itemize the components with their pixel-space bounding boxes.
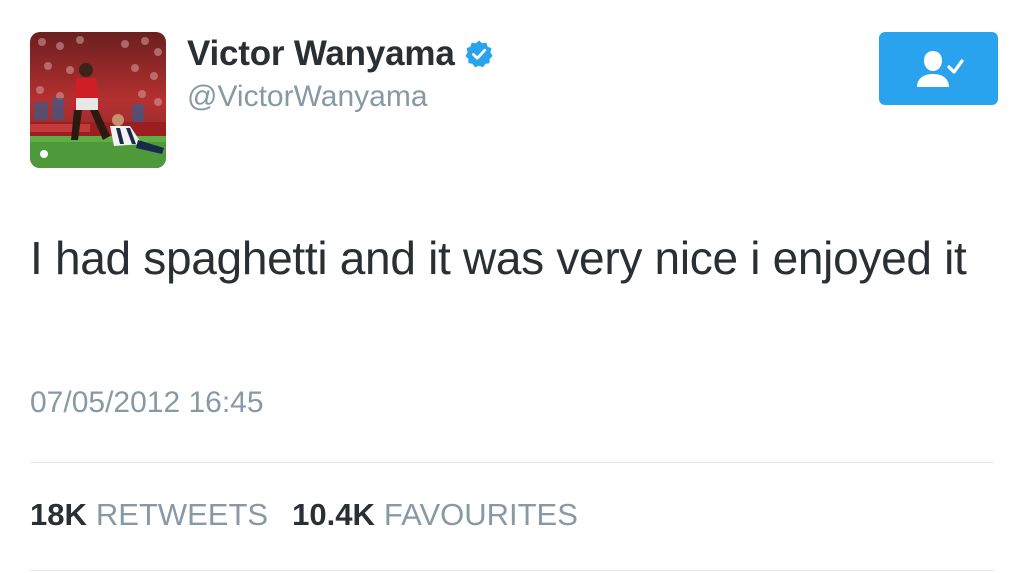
favourites-count: 10.4K bbox=[292, 497, 375, 532]
retweets-stat[interactable]: 18K RETWEETS bbox=[30, 497, 268, 533]
retweets-count: 18K bbox=[30, 497, 87, 532]
tweet-stats: 18K RETWEETS 10.4K FAVOURITES bbox=[30, 497, 578, 533]
author-name-row: Victor Wanyama bbox=[187, 30, 494, 78]
retweets-label: RETWEETS bbox=[95, 497, 269, 532]
avatar-photo bbox=[30, 32, 166, 168]
tweet-timestamp[interactable]: 07/05/2012 16:45 bbox=[30, 386, 264, 420]
favourites-stat[interactable]: 10.4K FAVOURITES bbox=[292, 497, 578, 533]
following-user-check-icon bbox=[916, 50, 964, 87]
display-name[interactable]: Victor Wanyama bbox=[187, 34, 455, 74]
following-button[interactable] bbox=[879, 32, 998, 105]
user-handle[interactable]: @VictorWanyama bbox=[187, 80, 428, 114]
tweet-text: I had spaghetti and it was very nice i e… bbox=[30, 232, 967, 284]
verified-badge-icon bbox=[465, 40, 493, 68]
divider bbox=[30, 462, 994, 463]
avatar[interactable] bbox=[30, 32, 166, 168]
divider bbox=[30, 570, 994, 571]
favourites-label: FAVOURITES bbox=[383, 497, 578, 532]
